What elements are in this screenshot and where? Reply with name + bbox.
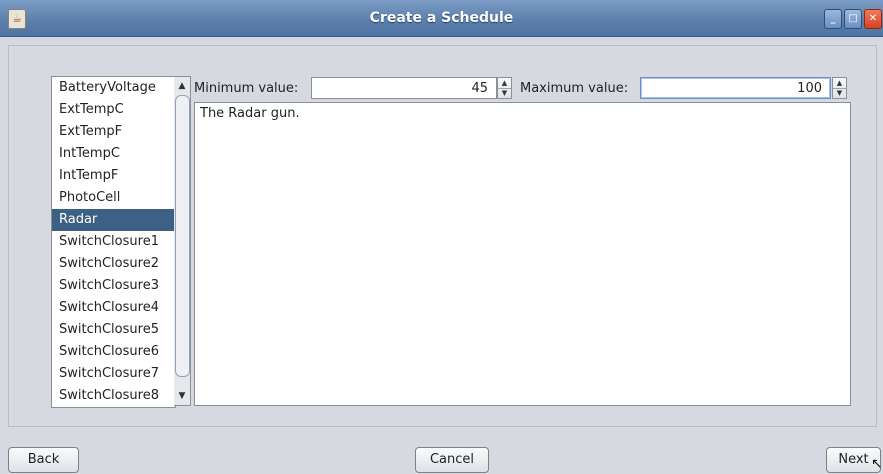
min-value-field[interactable] [311,77,497,99]
minimize-icon[interactable]: _ [824,9,842,29]
list-item[interactable]: SwitchClosure6 [52,341,175,363]
max-value-input[interactable] [641,78,830,98]
list-item[interactable]: IntTempF [52,165,175,187]
list-item[interactable]: ExtTempF [52,121,175,143]
max-value-label: Maximum value: [520,81,629,96]
list-item[interactable]: SwitchClosure4 [52,297,175,319]
scroll-thumb[interactable] [175,95,190,377]
max-value-spinner[interactable]: ▲ ▼ [832,77,847,99]
scroll-down-icon[interactable]: ▼ [174,387,190,405]
list-item[interactable]: ExtTempC [52,99,175,121]
max-value-field[interactable] [640,77,831,99]
cancel-button[interactable]: Cancel [415,447,489,473]
list-item[interactable]: SwitchClosure2 [52,253,175,275]
list-item[interactable]: SwitchClosure5 [52,319,175,341]
list-scrollbar[interactable]: ▲ ▼ [174,76,191,406]
list-item[interactable]: IntTempC [52,143,175,165]
sensor-description: The Radar gun. [194,102,851,406]
list-item[interactable]: SwitchClosure7 [52,363,175,385]
back-button[interactable]: Back [8,447,79,473]
scroll-up-icon[interactable]: ▲ [174,77,190,95]
spin-down-icon[interactable]: ▼ [833,88,846,98]
list-item[interactable]: BatteryVoltage [52,77,175,99]
list-item[interactable]: PhotoCell [52,187,175,209]
window-title: Create a Schedule [369,10,514,26]
mouse-cursor-icon: ↖ [871,456,883,472]
list-item[interactable]: SwitchClosure8 [52,385,175,407]
maximize-icon[interactable]: □ [844,9,862,29]
spin-down-icon[interactable]: ▼ [498,88,511,98]
min-value-spinner[interactable]: ▲ ▼ [497,77,512,99]
list-item[interactable]: SwitchClosure1 [52,231,175,253]
list-item[interactable]: Radar [52,209,175,231]
min-value-input[interactable] [312,78,496,98]
close-icon[interactable]: ✕ [864,9,882,29]
sensor-list[interactable]: BatteryVoltage ExtTempC ExtTempF IntTempC In… [51,76,176,408]
min-value-label: Minimum value: [194,81,299,96]
list-item[interactable]: SwitchClosure3 [52,275,175,297]
title-bar: ☕ Create a Schedule _ □ ✕ [0,0,883,37]
